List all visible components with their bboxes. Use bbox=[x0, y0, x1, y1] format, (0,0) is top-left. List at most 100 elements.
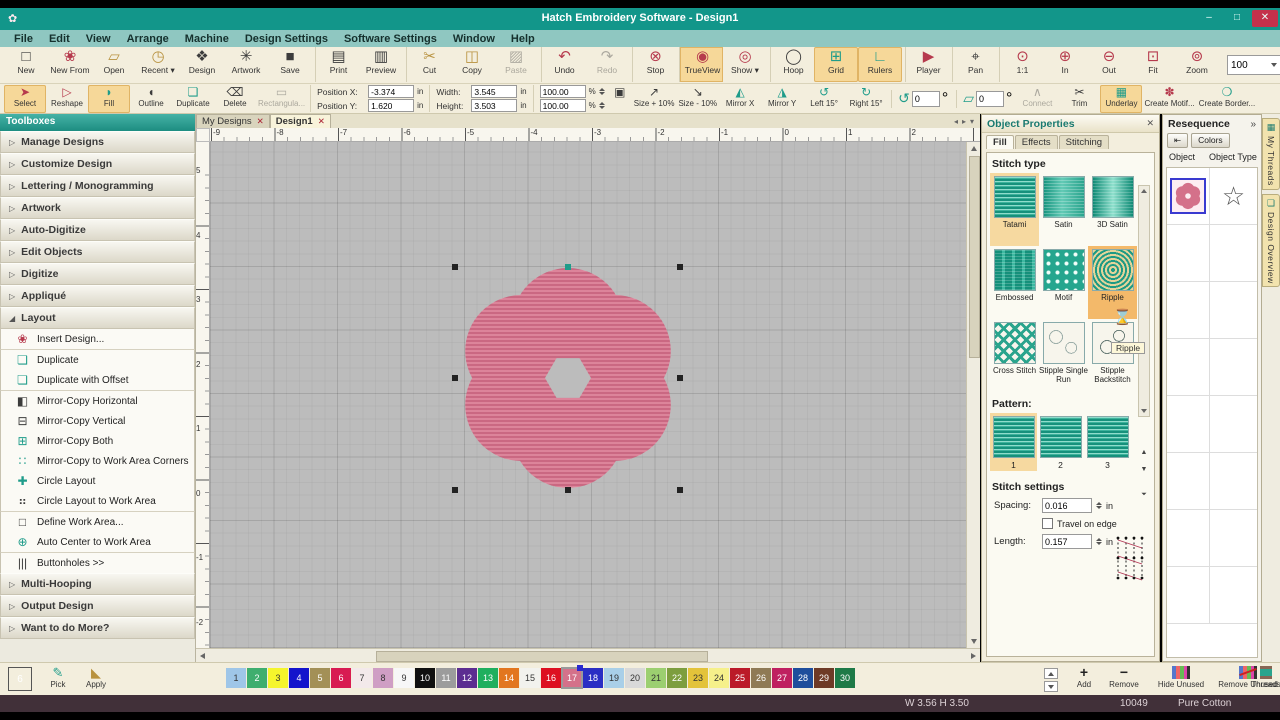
underlay-button[interactable]: ▦ Underlay bbox=[1100, 85, 1142, 113]
color-chip[interactable]: 11 bbox=[436, 668, 456, 688]
tab-close-icon[interactable]: ✕ bbox=[257, 116, 264, 127]
color-chip[interactable]: 30 bbox=[835, 668, 855, 688]
expand-panel-icon[interactable]: » bbox=[1250, 119, 1256, 130]
add-color-button[interactable]: + Add bbox=[1068, 665, 1100, 689]
buttonholes-item[interactable]: ||| Buttonholes >> bbox=[0, 553, 195, 573]
selection-handle[interactable] bbox=[452, 375, 458, 381]
toolbox-want-more[interactable]: ▷ Want to do More? bbox=[0, 617, 195, 639]
color-chip[interactable]: 13 bbox=[478, 668, 498, 688]
define-work-area-item[interactable]: □ Define Work Area... bbox=[0, 512, 195, 532]
height-input[interactable] bbox=[471, 99, 517, 112]
tab-scroll-right-icon[interactable]: ▸ bbox=[962, 117, 966, 126]
toolbox-multi-hooping[interactable]: ▷ Multi-Hooping bbox=[0, 573, 195, 595]
mirror-copy-corners-item[interactable]: ∷ Mirror-Copy to Work Area Corners bbox=[0, 451, 195, 471]
tab-menu-icon[interactable]: ▾ bbox=[970, 117, 974, 126]
tab-design-overview[interactable]: ❏ Design Overview bbox=[1262, 194, 1280, 288]
tab-fill[interactable]: Fill bbox=[986, 135, 1014, 149]
maximize-button[interactable]: □ bbox=[1224, 10, 1250, 27]
reshape-button[interactable]: ▷ Reshape bbox=[46, 85, 88, 113]
toolbox-layout[interactable]: ◢ Layout bbox=[0, 307, 195, 329]
horizontal-scrollbar-thumb[interactable] bbox=[376, 651, 708, 662]
cut-button[interactable]: ✂ Cut bbox=[406, 47, 450, 82]
mirror-copy-horizontal-item[interactable]: ◧ Mirror-Copy Horizontal bbox=[0, 391, 195, 411]
color-chip[interactable]: 21 bbox=[646, 668, 666, 688]
color-chip[interactable]: 9 bbox=[394, 668, 414, 688]
pattern-scrollbar[interactable]: ▲▼⏷ bbox=[1138, 445, 1150, 505]
rectangle-button[interactable]: ▭ Rectangula... bbox=[256, 85, 307, 113]
threads-button[interactable]: Threads bbox=[1246, 665, 1280, 689]
horizontal-scrollbar[interactable] bbox=[196, 648, 980, 662]
selection-handle[interactable] bbox=[452, 264, 458, 270]
scale-y-input[interactable] bbox=[540, 99, 586, 112]
mirror-x-button[interactable]: ◭ Mirror X bbox=[719, 85, 761, 113]
toolbox-artwork[interactable]: ▷ Artwork bbox=[0, 197, 195, 219]
circle-layout-item[interactable]: ✚ Circle Layout bbox=[0, 471, 195, 491]
toolbox-digitize[interactable]: ▷ Digitize bbox=[0, 263, 195, 285]
open-button[interactable]: ▱ Open bbox=[92, 47, 136, 82]
copy-button[interactable]: ◫ Copy bbox=[450, 47, 494, 82]
length-input[interactable]: 0.157 bbox=[1042, 534, 1092, 549]
color-chip[interactable]: 10 bbox=[415, 668, 435, 688]
stitch-cross-stitch[interactable]: Cross Stitch bbox=[990, 319, 1039, 392]
stop-button[interactable]: ⊗ Stop bbox=[632, 47, 676, 82]
tab-design1[interactable]: Design1 ✕ bbox=[270, 114, 331, 128]
stitch-satin[interactable]: Satin bbox=[1039, 173, 1088, 246]
flower-design-object[interactable] bbox=[452, 262, 684, 494]
selection-handle[interactable] bbox=[452, 487, 458, 493]
rulers-button[interactable]: ∟ Rulers bbox=[858, 47, 902, 82]
apply-color-button[interactable]: ◣ Apply bbox=[78, 665, 114, 689]
resequence-first-button[interactable]: ⇤ bbox=[1167, 133, 1188, 148]
color-chip[interactable]: 4 bbox=[289, 668, 309, 688]
mirror-copy-vertical-item[interactable]: ⊟ Mirror-Copy Vertical bbox=[0, 411, 195, 431]
rotate-left-15-button[interactable]: ↺ Left 15° bbox=[803, 85, 845, 113]
delete-button[interactable]: ⌫ Delete bbox=[214, 85, 256, 113]
fill-button[interactable]: ◗ Fill bbox=[88, 85, 130, 113]
select-button[interactable]: ➤ Select bbox=[4, 85, 46, 113]
color-chip[interactable]: 17 bbox=[562, 668, 582, 688]
design-button[interactable]: ❖ Design bbox=[180, 47, 224, 82]
minimize-button[interactable]: – bbox=[1196, 10, 1222, 27]
pattern-3[interactable]: 3 bbox=[1084, 413, 1131, 471]
selection-handle-top-center[interactable] bbox=[565, 264, 571, 270]
color-chip[interactable]: 20 bbox=[625, 668, 645, 688]
hide-unused-button[interactable]: Hide Unused bbox=[1152, 665, 1210, 689]
palette-size-spinner[interactable] bbox=[1044, 668, 1058, 692]
artwork-button[interactable]: ✳ Artwork bbox=[224, 47, 268, 82]
show-button[interactable]: ◎ Show ▾ bbox=[723, 47, 767, 82]
color-chip[interactable]: 29 bbox=[814, 668, 834, 688]
color-chip[interactable]: 1 bbox=[226, 668, 246, 688]
insert-design-item[interactable]: ❀ Insert Design... bbox=[0, 329, 195, 350]
player-button[interactable]: ▶ Player bbox=[905, 47, 949, 82]
zoom-in-button[interactable]: ⊕ In bbox=[1043, 47, 1087, 82]
menu-item[interactable]: Window bbox=[445, 33, 503, 45]
create-border-button[interactable]: ❍ Create Border... bbox=[1197, 85, 1257, 113]
tab-stitching[interactable]: Stitching bbox=[1059, 135, 1109, 149]
rotate-right-15-button[interactable]: ↻ Right 15° bbox=[845, 85, 887, 113]
skew-input[interactable] bbox=[976, 91, 1004, 107]
trim-button[interactable]: ✂ Trim bbox=[1058, 85, 1100, 113]
pattern-2[interactable]: 2 bbox=[1037, 413, 1084, 471]
tab-effects[interactable]: Effects bbox=[1015, 135, 1058, 149]
color-chip[interactable]: 6 bbox=[331, 668, 351, 688]
color-chip[interactable]: 3 bbox=[268, 668, 288, 688]
zoom-percent-input[interactable]: 100 bbox=[1227, 55, 1280, 75]
scale-x-input[interactable] bbox=[540, 85, 586, 98]
position-y-input[interactable] bbox=[368, 99, 414, 112]
duplicate-button[interactable]: ❏ Duplicate bbox=[172, 85, 214, 113]
scale-y-spinner[interactable] bbox=[599, 102, 605, 109]
flower-object-thumbnail[interactable] bbox=[1170, 178, 1206, 214]
toolbox-edit-objects[interactable]: ▷ Edit Objects bbox=[0, 241, 195, 263]
stitch-3d-satin[interactable]: 3D Satin bbox=[1088, 173, 1137, 246]
toolbox-auto-digitize[interactable]: ▷ Auto-Digitize bbox=[0, 219, 195, 241]
color-chip[interactable]: 7 bbox=[352, 668, 372, 688]
menu-item[interactable]: Software Settings bbox=[336, 33, 445, 45]
connect-button[interactable]: ∧ Connect bbox=[1016, 85, 1058, 113]
color-chip[interactable]: 16 bbox=[541, 668, 561, 688]
duplicate-item[interactable]: ❏ Duplicate bbox=[0, 350, 195, 370]
remove-color-button[interactable]: − Remove bbox=[1102, 665, 1146, 689]
vertical-scrollbar[interactable] bbox=[966, 142, 980, 648]
color-chip[interactable]: 2 bbox=[247, 668, 267, 688]
object-row[interactable]: ☆ bbox=[1167, 168, 1257, 225]
menu-item[interactable]: Machine bbox=[177, 33, 237, 45]
tab-my-designs[interactable]: My Designs ✕ bbox=[196, 114, 270, 128]
